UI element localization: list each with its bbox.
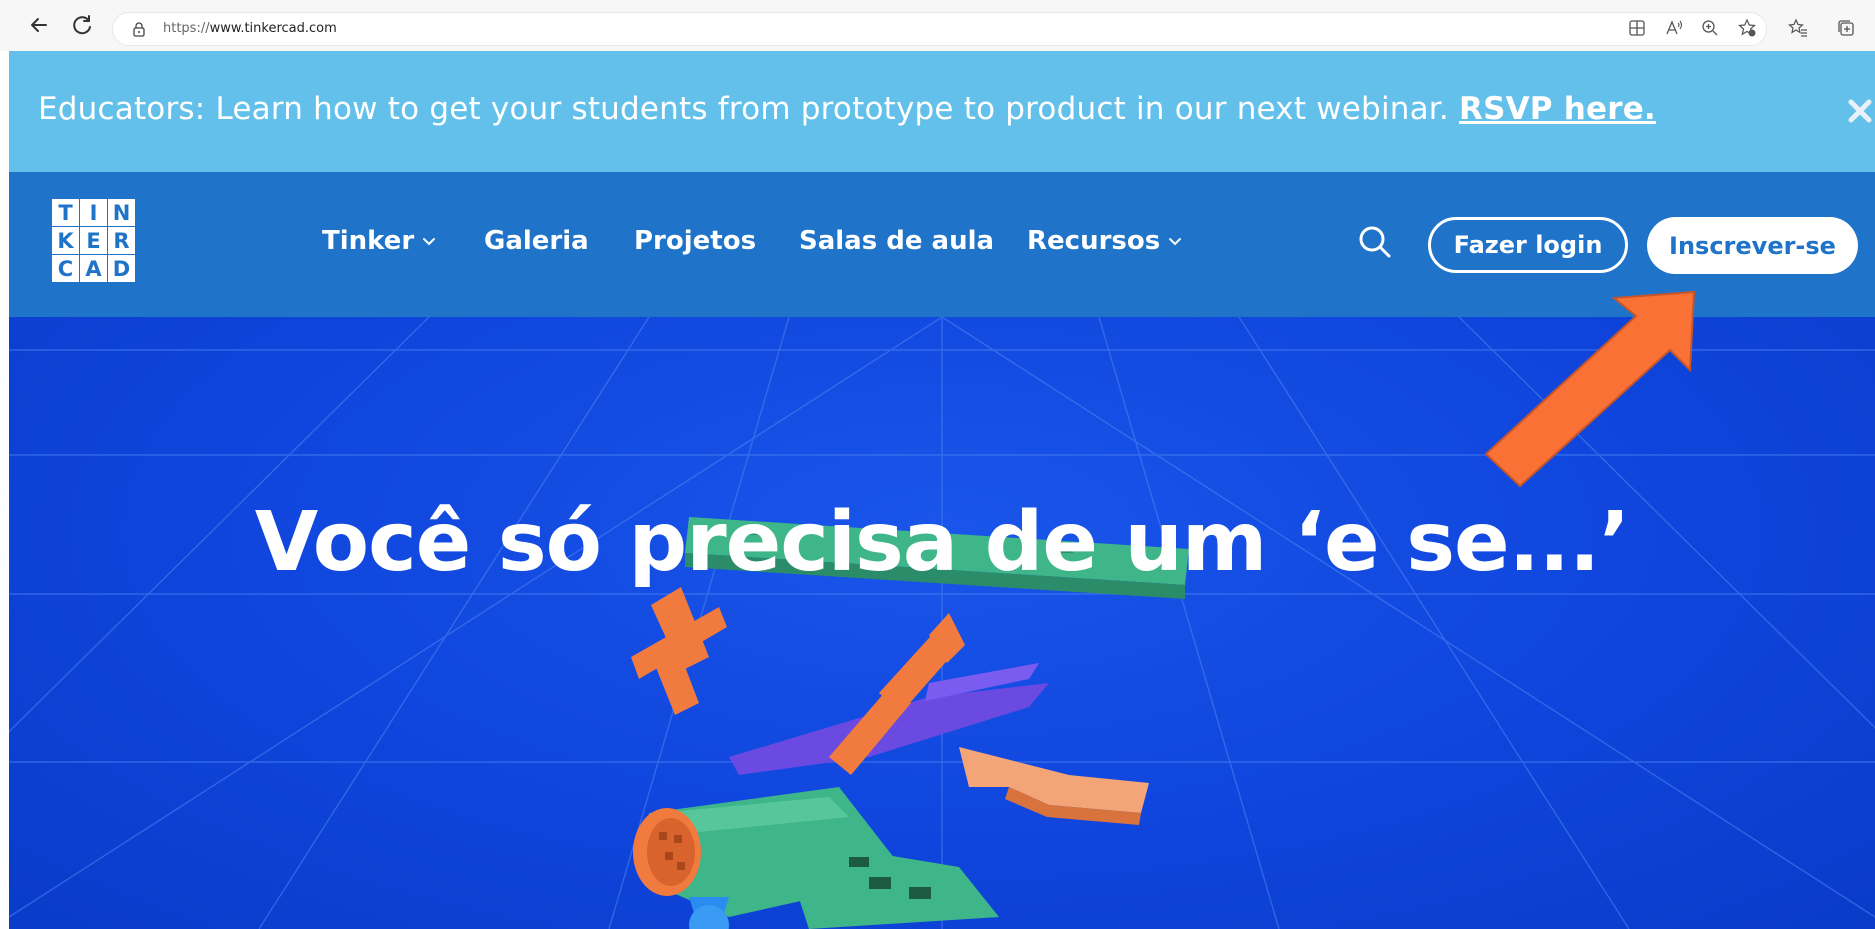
browser-toolbar: https://www.tinkercad.com (0, 0, 1875, 51)
address-bar[interactable]: https://www.tinkercad.com (112, 12, 1767, 46)
url-scheme: https:// (163, 21, 210, 36)
banner-text: Educators: Learn how to get your student… (38, 91, 1460, 127)
logo-letter: K (52, 227, 79, 254)
logo-letter: R (108, 227, 135, 254)
lock-icon[interactable] (131, 21, 147, 37)
nav-salas-label: Salas de aula (799, 226, 995, 256)
hero-title: Você só precisa de um ‘e se...’ (254, 495, 1631, 590)
nav-galeria[interactable]: Galeria (484, 226, 589, 256)
logo-letter: C (52, 255, 79, 282)
reload-icon[interactable] (70, 12, 96, 38)
logo-letter: A (80, 255, 107, 282)
logo-letter: D (108, 255, 135, 282)
login-button[interactable]: Fazer login (1428, 217, 1628, 273)
url-host: www.tinkercad.com (209, 21, 337, 36)
search-icon[interactable] (1355, 222, 1395, 262)
read-aloud-icon[interactable] (1664, 18, 1684, 38)
app-icon[interactable] (1627, 18, 1647, 38)
logo-letter: N (108, 199, 135, 226)
logo-letter: T (52, 199, 79, 226)
nav-projetos-label: Projetos (634, 226, 757, 256)
signup-button[interactable]: Inscrever-se (1647, 217, 1858, 274)
chevron-down-icon (1169, 238, 1182, 246)
banner-message: Educators: Learn how to get your student… (38, 91, 1656, 127)
nav-projetos[interactable]: Projetos (634, 226, 756, 256)
rsvp-link[interactable]: RSVP here. (1459, 91, 1656, 127)
url-text: https://www.tinkercad.com (163, 21, 337, 36)
back-icon[interactable] (26, 12, 52, 38)
nav-galeria-label: Galeria (484, 226, 589, 256)
zoom-icon[interactable] (1700, 18, 1720, 38)
close-icon[interactable] (1845, 96, 1875, 126)
chevron-down-icon (423, 238, 436, 246)
announcement-banner: Educators: Learn how to get your student… (9, 51, 1875, 172)
favorites-icon[interactable] (1788, 18, 1808, 38)
nav-tinker[interactable]: Tinker (322, 226, 436, 256)
tinkercad-logo[interactable]: T I N K E R C A D (52, 199, 135, 282)
logo-letter: E (80, 227, 107, 254)
nav-recursos[interactable]: Recursos (1027, 226, 1182, 256)
collections-icon[interactable] (1836, 18, 1856, 38)
annotation-arrow (1484, 290, 1696, 488)
logo-letter: I (80, 199, 107, 226)
favorite-add-icon[interactable] (1737, 18, 1757, 38)
nav-recursos-label: Recursos (1027, 226, 1161, 256)
nav-salas-de-aula[interactable]: Salas de aula (799, 226, 994, 256)
nav-tinker-label: Tinker (322, 226, 415, 256)
